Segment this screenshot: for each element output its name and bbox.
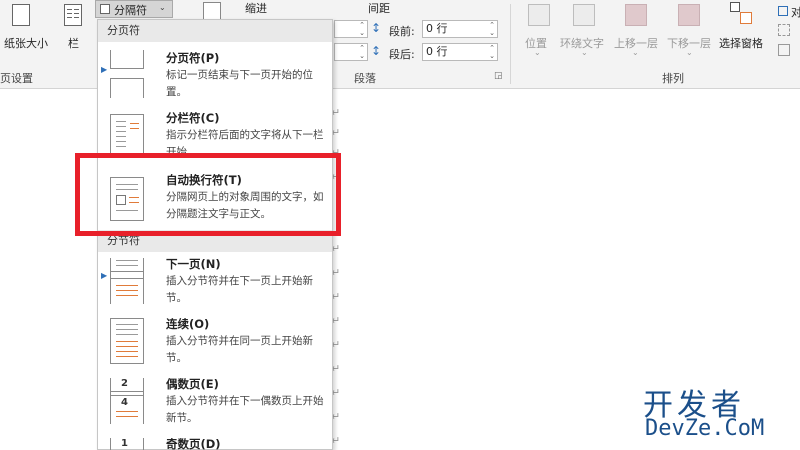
menu-item-title: 奇数页(D) (166, 437, 221, 450)
continuous-icon (110, 318, 144, 364)
space-after-field[interactable]: 0 行 ⌃ ⌄ (422, 43, 498, 61)
columns-icon[interactable] (64, 4, 82, 26)
columns-button[interactable]: 栏 (68, 35, 79, 51)
breaks-label: 分隔符 (114, 4, 147, 17)
menu-item-description: 插入分节符并在同一页上开始新节。 (166, 335, 313, 364)
space-after-label: 段后: (389, 48, 415, 61)
chevron-down-icon: ⌄ (159, 3, 166, 12)
menu-item-odd-page[interactable]: 1 奇数页(D) (98, 434, 332, 450)
even-icon-number-next: 4 (121, 397, 128, 408)
arrange-group-label: 排列 (662, 72, 684, 85)
wrap-text-icon[interactable] (573, 4, 595, 26)
bring-forward-icon[interactable] (625, 4, 647, 26)
section-header-page-breaks: 分页符 (98, 20, 332, 42)
menu-item-description: 标记一页结束与下一页开始的位置。 (166, 69, 313, 98)
orientation-icon[interactable] (12, 4, 30, 26)
paragraph-dialog-launcher-icon[interactable]: ◲ (494, 71, 503, 81)
paper-size-button[interactable]: 纸张大小 (4, 35, 48, 51)
menu-item-title: 下一页(N) (166, 257, 221, 271)
chevron-down-icon: ⌄ (686, 48, 693, 57)
next-page-icon (110, 258, 144, 304)
space-before-label: 段前: (389, 25, 415, 38)
menu-item-description: 插入分节符并在下一页上开始新节。 (166, 275, 313, 304)
menu-item-title: 连续(O) (166, 317, 210, 331)
odd-page-icon: 1 (110, 438, 144, 450)
indent-label: 缩进 (245, 2, 267, 15)
position-icon[interactable] (528, 4, 550, 26)
even-page-icon: 2 4 (110, 378, 144, 424)
menu-item-next-page[interactable]: 下一页(N) 插入分节符并在下一页上开始新节。 (98, 254, 332, 312)
chevron-down-icon: ⌄ (632, 48, 639, 57)
column-break-icon (110, 114, 144, 156)
spacing-label: 间距 (368, 2, 390, 15)
menu-item-title: 分栏符(C) (166, 111, 220, 125)
breaks-icon (100, 4, 110, 14)
highlight-box (75, 153, 341, 236)
page-break-icon (110, 50, 144, 98)
page-setup-group-label: 页设置 (0, 72, 33, 85)
selection-pane-icon[interactable] (730, 2, 752, 24)
rotate-icon[interactable] (778, 44, 790, 56)
chevron-down-icon: ⌄ (534, 48, 541, 57)
menu-item-even-page[interactable]: 2 4 偶数页(E) 插入分节符并在下一偶数页上开始新节。 (98, 374, 332, 432)
indent-right-field[interactable]: ⌃ ⌄ (334, 43, 368, 61)
menu-item-page-break[interactable]: 分页符(P) 标记一页结束与下一页开始的位置。 (98, 46, 332, 106)
selected-indicator-icon: ▶ (101, 271, 108, 280)
space-before-icon: ↕ (371, 21, 382, 35)
menu-item-title: 分页符(P) (166, 51, 220, 65)
chevron-down-icon: ⌄ (581, 48, 588, 57)
space-after-icon: ↕ (371, 44, 382, 58)
align-button[interactable]: 对 (791, 4, 800, 20)
menu-item-title: 偶数页(E) (166, 377, 219, 391)
space-before-field[interactable]: 0 行 ⌃ ⌄ (422, 20, 498, 38)
align-icon[interactable] (778, 6, 788, 16)
group-separator (510, 4, 511, 84)
paragraph-group-label: 段落 (354, 72, 376, 85)
menu-item-continuous[interactable]: 连续(O) 插入分节符并在同一页上开始新节。 (98, 314, 332, 372)
even-icon-number: 2 (121, 378, 128, 389)
breaks-button[interactable]: 分隔符 ⌄ (95, 0, 173, 18)
group-icon[interactable] (778, 24, 790, 36)
space-before-value: 0 行 (426, 22, 448, 35)
space-after-value: 0 行 (426, 45, 448, 58)
menu-item-description: 插入分节符并在下一偶数页上开始新节。 (166, 395, 324, 424)
selected-indicator-icon: ▶ (101, 65, 108, 74)
odd-icon-number: 1 (121, 438, 128, 449)
watermark-site: DevZe.CoM (645, 416, 765, 441)
page-icon[interactable] (203, 2, 221, 20)
send-backward-icon[interactable] (678, 4, 700, 26)
indent-left-field[interactable]: ⌃ ⌄ (334, 20, 368, 38)
selection-pane-button[interactable]: 选择窗格 (719, 35, 763, 51)
